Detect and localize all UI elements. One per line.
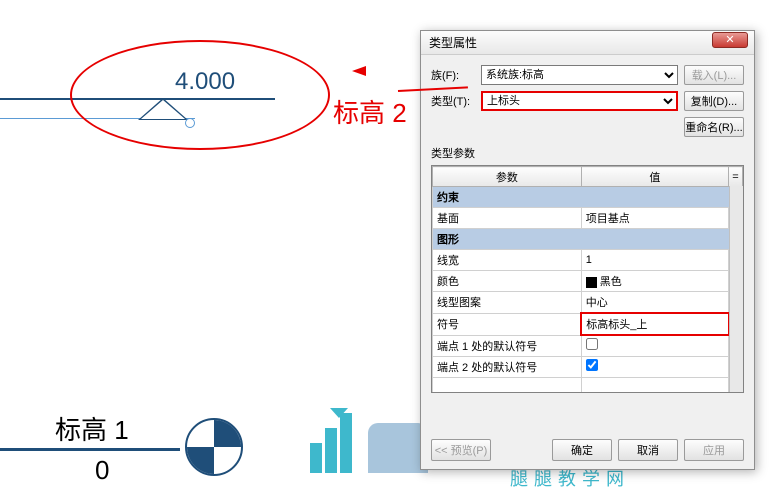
param-pattern[interactable]: 线型图案: [433, 292, 582, 314]
params-table: 参数 值 = 约束 基面项目基点 图形 线宽1 颜色黑色 线型图案中心 符号标高…: [432, 166, 743, 393]
param-symbol[interactable]: 符号: [433, 313, 582, 335]
type-select[interactable]: 上标头: [481, 91, 678, 111]
value-base[interactable]: 项目基点: [581, 208, 728, 229]
param-base[interactable]: 基面: [433, 208, 582, 229]
scrollbar[interactable]: [729, 186, 743, 392]
param-lineweight[interactable]: 线宽: [433, 250, 582, 271]
param-color[interactable]: 颜色: [433, 271, 582, 292]
type-params-label: 类型参数: [431, 145, 744, 161]
building-icon: [300, 403, 360, 473]
load-button[interactable]: 载入(L)...: [684, 65, 744, 85]
category-graphics[interactable]: 图形: [433, 229, 743, 250]
type-label: 类型(T):: [431, 93, 481, 109]
quadrant-fill: [214, 420, 241, 447]
params-table-container: 参数 值 = 约束 基面项目基点 图形 线宽1 颜色黑色 线型图案中心 符号标高…: [431, 165, 744, 393]
rename-button[interactable]: 重命名(R)...: [684, 117, 744, 137]
end2-checkbox[interactable]: [586, 359, 598, 371]
table-row: [433, 377, 743, 393]
level-2-label: 标高 2: [333, 93, 407, 130]
col-header-extra[interactable]: =: [729, 167, 743, 187]
family-label: 族(F):: [431, 67, 481, 83]
col-header-param[interactable]: 参数: [433, 167, 582, 187]
annotation-ellipse: [70, 40, 330, 150]
value-color[interactable]: 黑色: [581, 271, 728, 292]
dialog-title: 类型属性: [429, 34, 477, 51]
param-end2[interactable]: 端点 2 处的默认符号: [433, 356, 582, 377]
watermark-logo: [300, 403, 428, 473]
value-symbol[interactable]: 标高标头_上: [581, 313, 728, 335]
level-1-line: [0, 448, 180, 451]
type-properties-dialog: 类型属性 ✕ 族(F): 系统族:标高 载入(L)... 类型(T): 上标头 …: [420, 30, 755, 470]
value-end2[interactable]: [581, 356, 728, 377]
level-1-marker-circle: [185, 418, 243, 476]
table-row: 线宽1: [433, 250, 743, 271]
level-1-value: 0: [95, 455, 109, 486]
table-row: 基面项目基点: [433, 208, 743, 229]
quadrant-fill: [187, 447, 214, 474]
param-end1[interactable]: 端点 1 处的默认符号: [433, 335, 582, 356]
table-row: 颜色黑色: [433, 271, 743, 292]
level-1-label: 标高 1: [55, 410, 129, 447]
family-select[interactable]: 系统族:标高: [481, 65, 678, 85]
copy-button[interactable]: 复制(D)...: [684, 91, 744, 111]
apply-button[interactable]: 应用: [684, 439, 744, 461]
value-lineweight[interactable]: 1: [581, 250, 728, 271]
preview-button[interactable]: << 预览(P): [431, 439, 491, 461]
ok-button[interactable]: 确定: [552, 439, 612, 461]
table-row: 符号标高标头_上: [433, 313, 743, 335]
close-button[interactable]: ✕: [712, 32, 748, 48]
cancel-button[interactable]: 取消: [618, 439, 678, 461]
table-row: 端点 1 处的默认符号: [433, 335, 743, 356]
table-row: 线型图案中心: [433, 292, 743, 314]
dialog-titlebar[interactable]: 类型属性 ✕: [421, 31, 754, 55]
col-header-value[interactable]: 值: [581, 167, 728, 187]
category-constraint[interactable]: 约束: [433, 187, 743, 208]
table-row: 端点 2 处的默认符号: [433, 356, 743, 377]
value-end1[interactable]: [581, 335, 728, 356]
value-pattern[interactable]: 中心: [581, 292, 728, 314]
end1-checkbox[interactable]: [586, 338, 598, 350]
color-swatch: [586, 277, 597, 288]
annotation-arrow-head: [352, 66, 366, 76]
